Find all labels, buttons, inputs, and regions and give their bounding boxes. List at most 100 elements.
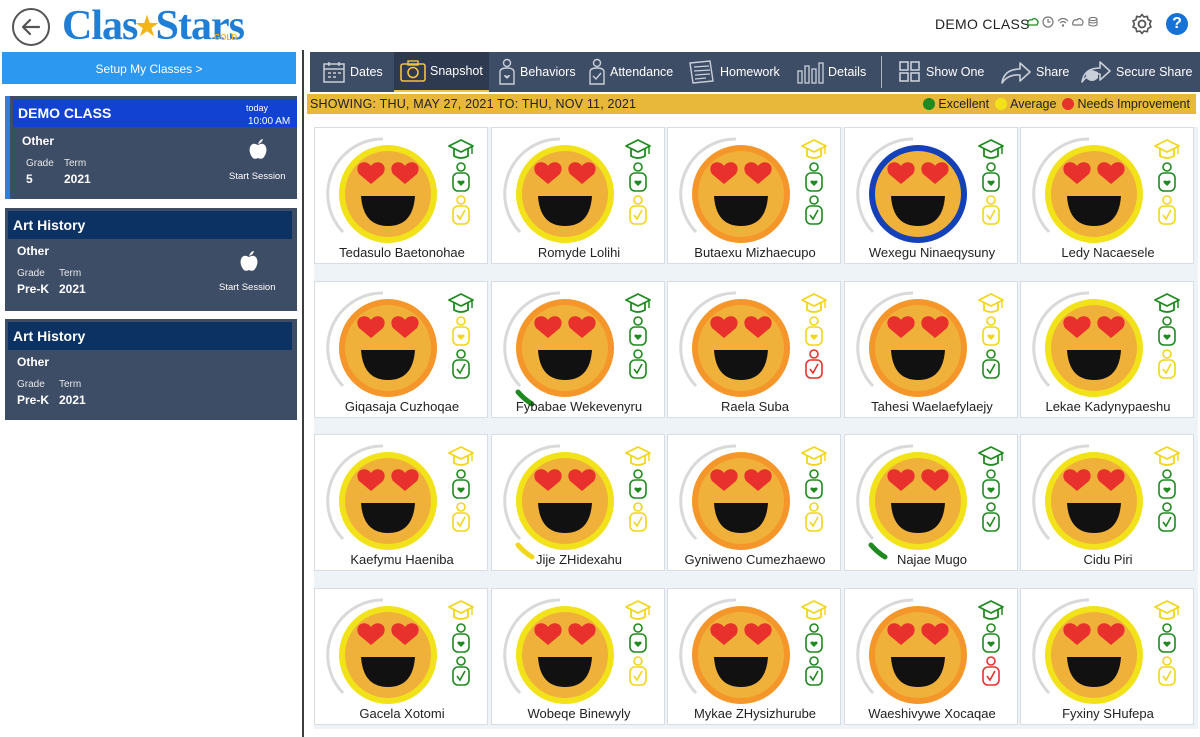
class-card-art-history-1[interactable]: Art History Other Grade Term Pre-K 2021 … [5, 208, 297, 311]
student-card[interactable]: Kaefymu Haeniba [314, 434, 488, 571]
student-emoji-icon [1032, 598, 1143, 704]
student-card[interactable]: Raela Suba [667, 281, 841, 418]
help-button[interactable]: ? [1166, 13, 1188, 35]
behavior-heart-icon [805, 162, 823, 192]
student-emoji-icon [679, 291, 790, 397]
student-emoji-icon [1032, 137, 1143, 243]
behavior-heart-icon [982, 162, 1000, 192]
student-card[interactable]: Mykae ZHysizhurube [667, 588, 841, 725]
student-emoji-icon [856, 598, 967, 704]
tab-behaviors[interactable]: Behaviors [498, 52, 576, 92]
student-name: Butaexu Mizhaecupo [694, 245, 816, 260]
start-session-button[interactable]: Start Session [229, 171, 286, 182]
student-emoji-icon [679, 598, 790, 704]
student-card[interactable]: Wexegu Ninaeqysuny [844, 127, 1018, 264]
homework-cap-icon [448, 293, 474, 313]
student-card[interactable]: Najae Mugo [844, 434, 1018, 571]
student-emoji-icon [503, 137, 614, 243]
panel-divider [302, 50, 304, 737]
tab-snapshot[interactable]: Snapshot [394, 52, 489, 92]
term-value: 2021 [64, 172, 91, 186]
tab-show-one-label: Show One [926, 65, 985, 79]
class-card-time: 10:00 AM [248, 116, 291, 127]
class-card-subject: Other [17, 355, 50, 369]
secure-share-button[interactable]: Secure Share [1080, 52, 1192, 92]
back-button[interactable] [12, 8, 50, 46]
date-range-text: SHOWING: THU, MAY 27, 2021 TO: THU, NOV … [310, 97, 637, 111]
student-card[interactable]: Gyniweno Cumezhaewo [667, 434, 841, 571]
student-card[interactable]: Gacela Xotomi [314, 588, 488, 725]
attendance-check-icon [629, 349, 647, 379]
attendance-check-icon [1158, 502, 1176, 532]
student-card[interactable]: Waeshivywe Xocaqae [844, 588, 1018, 725]
setup-classes-button[interactable]: Setup My Classes > [2, 52, 296, 84]
class-card-subject: Other [22, 134, 55, 148]
homework-icon [689, 60, 714, 84]
student-name: Mykae ZHysizhurube [693, 706, 817, 721]
student-card[interactable]: Fybabae Wekevenyru [491, 281, 665, 418]
attendance-check-icon [629, 656, 647, 686]
student-card[interactable]: Giqasaja Cuzhoqae [314, 281, 488, 418]
attendance-check-icon [452, 195, 470, 225]
tab-details[interactable]: Details [796, 52, 866, 92]
tab-show-one[interactable]: Show One [898, 52, 984, 92]
student-name: Ledy Nacaesele [1061, 245, 1155, 260]
behavior-heart-icon [629, 162, 647, 192]
behavior-heart-icon [982, 316, 1000, 346]
class-card-title: Art History [8, 211, 292, 239]
grade-value: Pre-K [17, 282, 50, 296]
student-card[interactable]: Fyxiny SHufepa [1020, 588, 1194, 725]
student-card[interactable]: Ledy Nacaesele [1020, 127, 1194, 264]
homework-cap-icon [978, 446, 1004, 466]
attendance-check-icon [1158, 349, 1176, 379]
behavior-heart-icon [452, 316, 470, 346]
student-emoji-icon [503, 291, 614, 407]
student-grid: Tedasulo Baetonohae Romyde Lolihi Butaexu … [314, 127, 1198, 729]
homework-cap-icon [1154, 446, 1180, 466]
student-card[interactable]: Tedasulo Baetonohae [314, 127, 488, 264]
behavior-person-icon [499, 58, 515, 85]
student-card[interactable]: Wobeqe Binewyly [491, 588, 665, 725]
grade-label: Grade [26, 158, 54, 169]
behavior-heart-icon [1158, 623, 1176, 653]
student-card[interactable]: Romyde Lolihi [491, 127, 665, 264]
behavior-heart-icon [629, 469, 647, 499]
homework-cap-icon [625, 293, 651, 313]
student-emoji-icon [679, 444, 790, 550]
grade-value: Pre-K [17, 393, 50, 407]
date-range-bar: SHOWING: THU, MAY 27, 2021 TO: THU, NOV … [307, 94, 1196, 114]
tab-dates[interactable]: Dates [322, 52, 383, 92]
tab-behaviors-label: Behaviors [520, 65, 576, 79]
settings-gear-icon[interactable] [1131, 13, 1153, 35]
student-name: Waeshivywe Xocaqae [868, 706, 996, 721]
tab-homework[interactable]: Homework [688, 52, 780, 92]
share-label: Share [1036, 65, 1070, 79]
share-arrow-icon [1001, 62, 1031, 84]
student-card[interactable]: Lekae Kadynypaeshu [1020, 281, 1194, 418]
behavior-heart-icon [452, 623, 470, 653]
homework-cap-icon [978, 600, 1004, 620]
start-session-button[interactable]: Start Session [219, 282, 276, 293]
class-card-art-history-2[interactable]: Art History Other Grade Term Pre-K 2021 [5, 319, 297, 420]
student-name: Gyniweno Cumezhaewo [684, 552, 826, 567]
student-emoji-icon [326, 291, 437, 397]
attendance-check-icon [982, 656, 1000, 686]
database-icon [1088, 16, 1098, 27]
class-card-demo[interactable]: DEMO CLASS today 10:00 AM Other Grade Te… [5, 96, 297, 199]
student-card[interactable]: Butaexu Mizhaecupo [667, 127, 841, 264]
student-card[interactable]: Jije ZHidexahu [491, 434, 665, 571]
student-emoji-icon [503, 598, 614, 704]
student-card[interactable]: Cidu Piri [1020, 434, 1194, 571]
student-name: Gacela Xotomi [359, 706, 445, 721]
homework-cap-icon [801, 600, 827, 620]
term-value: 2021 [59, 282, 86, 296]
tab-attendance[interactable]: Attendance [588, 52, 673, 92]
behavior-heart-icon [1158, 162, 1176, 192]
grid-icon [899, 61, 920, 82]
homework-cap-icon [801, 139, 827, 159]
cloud-upload-icon [1072, 17, 1084, 26]
student-card[interactable]: Tahesi Waelaefylaejy [844, 281, 1018, 418]
student-name: Najae Mugo [896, 552, 968, 567]
tab-attendance-label: Attendance [610, 65, 674, 79]
share-button[interactable]: Share [1000, 52, 1069, 92]
